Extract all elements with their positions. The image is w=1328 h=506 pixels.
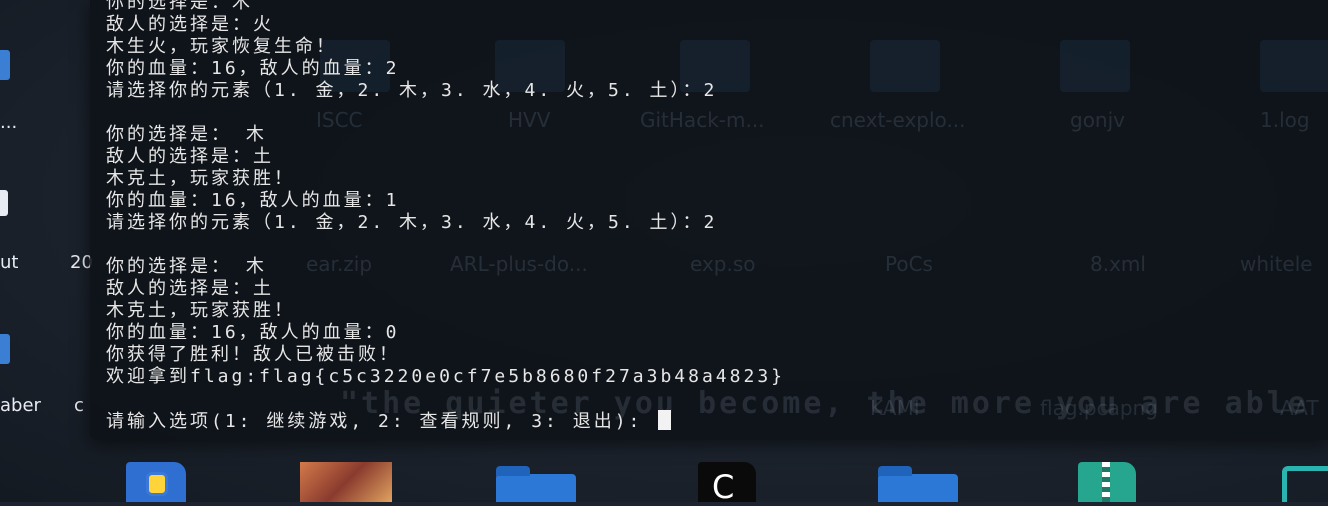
desktop-label: ut (0, 252, 19, 273)
desktop-bottom-icons: C (0, 440, 1328, 506)
terminal-line: 你获得了胜利！敌人已被击败！ (106, 344, 400, 365)
terminal-line: 请选择你的元素（1. 金，2. 木，3. 水，4. 火，5. 土）：2 (106, 80, 718, 101)
zip-archive-icon[interactable] (1078, 462, 1136, 502)
terminal-window[interactable]: ISCC HVV GitHack-m... cnext-explo... gon… (90, 0, 1328, 440)
photo-thumbnail[interactable] (300, 462, 392, 502)
terminal-line: 你的血量：16，敌人的血量：1 (106, 190, 400, 211)
folder-icon[interactable] (496, 466, 576, 502)
terminal-output: 你的选择是：木 敌人的选择是：火 木生火，玩家恢复生命！ 你的血量：16，敌人的… (106, 0, 1316, 432)
flag-output-line: 欢迎拿到flag:flag{c5c3220e0cf7e5b8680f27a3b4… (106, 366, 785, 387)
python-file-icon[interactable] (126, 462, 186, 502)
monitor-icon[interactable] (1268, 462, 1328, 502)
terminal-line: 敌人的选择是：火 (106, 14, 274, 35)
terminal-line: 请选择你的元素（1. 金，2. 木，3. 水，4. 火，5. 土）：2 (106, 212, 718, 233)
folder-icon[interactable] (878, 466, 958, 502)
terminal-line: 你的选择是： 木 (106, 256, 267, 277)
terminal-line: 你的血量：16，敌人的血量：0 (106, 322, 400, 343)
folder-icon[interactable] (0, 50, 10, 80)
terminal-line: 敌人的选择是：土 (106, 146, 274, 167)
terminal-line: 木克土，玩家获胜！ (106, 168, 295, 189)
code-file-icon[interactable]: C (698, 462, 756, 506)
terminal-line: 敌人的选择是：土 (106, 278, 274, 299)
file-icon[interactable] (0, 190, 8, 216)
terminal-line: 你的选择是： 木 (106, 124, 267, 145)
terminal-cursor[interactable] (658, 410, 672, 430)
terminal-line: 木克土，玩家获胜！ (106, 300, 295, 321)
desktop-left-icons: ... ut 20 aber c (0, 0, 93, 502)
terminal-line: 木生火，玩家恢复生命！ (106, 36, 337, 57)
folder-icon[interactable] (0, 334, 10, 364)
terminal-line: 你的选择是：木 (106, 0, 253, 13)
terminal-line: 你的血量：16，敌人的血量：2 (106, 58, 400, 79)
terminal-prompt-line[interactable]: 请输入选项(1: 继续游戏, 2: 查看规则, 3: 退出): (106, 410, 1316, 432)
desktop-label: ... (0, 112, 18, 133)
desktop-label: aber (0, 395, 41, 416)
desktop-label: c (74, 395, 84, 416)
terminal-prompt: 请输入选项(1: 继续游戏, 2: 查看规则, 3: 退出): (106, 411, 657, 432)
